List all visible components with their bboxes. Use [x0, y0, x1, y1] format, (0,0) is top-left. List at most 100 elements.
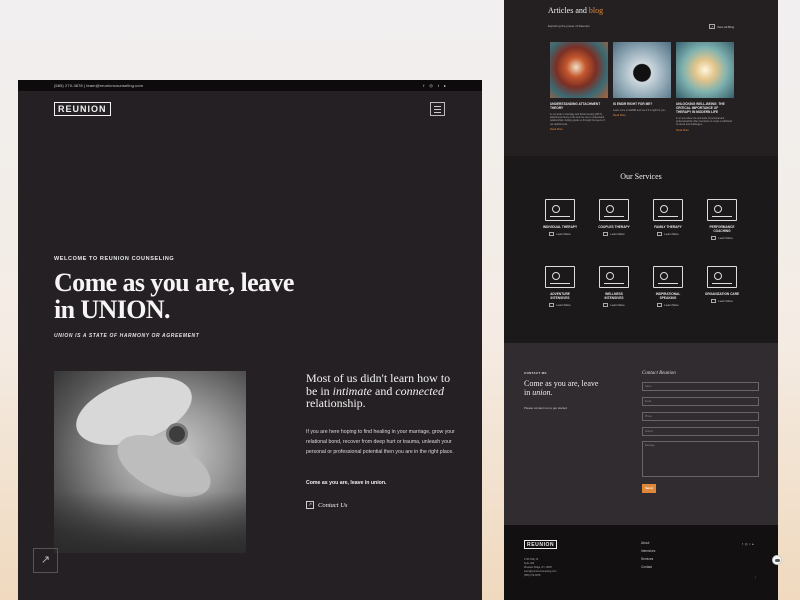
- intro-tagline: Come as you are, leave in union.: [306, 480, 387, 486]
- message-field[interactable]: Message: [642, 441, 759, 477]
- blog-card[interactable]: UNLOCKING WELL-BEING: THE CRITICAL IMPOR…: [676, 42, 734, 132]
- intro-heading: Most of us didn't learn how to be in int…: [306, 372, 456, 410]
- learn-more-link[interactable]: Learn More: [542, 303, 578, 307]
- blog-card-title: UNDERSTANDING ATTACHMENT THEORY: [550, 102, 601, 110]
- learn-more-link[interactable]: Learn More: [596, 303, 632, 307]
- arrow-icon: [549, 303, 555, 307]
- topbar-contact-info[interactable]: (585) 270-3878 | team@reunioncounseling.…: [54, 83, 143, 88]
- arrow-icon: [711, 299, 717, 303]
- field-placeholder: Email: [645, 400, 651, 403]
- blog-card-image: [676, 42, 734, 98]
- arrow-icon: [657, 303, 663, 307]
- learn-more-label: Learn More: [556, 303, 571, 307]
- name-field[interactable]: Name: [642, 382, 759, 391]
- footer-nav-services[interactable]: Services: [641, 555, 655, 563]
- chat-badge-icon[interactable]: [772, 555, 782, 565]
- blog-card-title: UNLOCKING WELL-BEING: THE CRITICAL IMPOR…: [676, 102, 725, 114]
- service-individual-therapy[interactable]: INDIVIDUAL THERAPY Learn More: [542, 199, 578, 236]
- learn-more-link[interactable]: Learn More: [650, 232, 686, 236]
- blog-card-title: IS EMDR RIGHT FOR ME?: [613, 102, 653, 106]
- blog-card[interactable]: UNDERSTANDING ATTACHMENT THEORY In our w…: [550, 42, 608, 131]
- contact-heading: Come as you are, leave in union.: [524, 379, 606, 397]
- phone-field[interactable]: Phone: [642, 412, 759, 421]
- arrow-icon: [657, 232, 663, 236]
- footer-logo[interactable]: REUNION: [524, 540, 558, 550]
- blog-card-excerpt: In our work in marriage and family thera…: [550, 113, 605, 126]
- contact-us-button[interactable]: ↗ Contact Us: [306, 501, 347, 509]
- view-all-label: View all Blog: [717, 24, 735, 29]
- arrow-icon: [603, 232, 609, 236]
- hero-subtitle: UNION IS A STATE OF HARMONY OR AGREEMENT: [54, 333, 200, 339]
- arrow-icon: [603, 303, 609, 307]
- intro-heading-part: relationship.: [306, 396, 366, 410]
- services-title: Our Services: [620, 172, 662, 181]
- topbar-socials: f ◎ t ▸: [423, 83, 446, 88]
- instagram-icon[interactable]: ◎: [745, 542, 748, 546]
- hero-title: Come as you are, leave in UNION.: [54, 268, 294, 324]
- email-field[interactable]: Email: [642, 397, 759, 406]
- learn-more-label: Learn More: [610, 303, 625, 307]
- service-couples-therapy[interactable]: COUPLES THERAPY Learn More: [596, 199, 632, 236]
- footer-nav-contact[interactable]: Contact: [641, 563, 655, 571]
- learn-more-label: Learn More: [718, 299, 733, 303]
- instagram-icon[interactable]: ◎: [429, 83, 433, 88]
- back-to-top-icon[interactable]: ↑: [754, 575, 757, 581]
- submit-button[interactable]: Send: [642, 484, 656, 493]
- arrow-icon: [711, 236, 717, 240]
- service-performance-coaching[interactable]: PERFORMANCE COACHING Learn More: [704, 199, 740, 240]
- field-placeholder: Name: [645, 385, 652, 388]
- learn-more-link[interactable]: Learn More: [704, 299, 740, 303]
- facebook-icon[interactable]: f: [423, 83, 424, 88]
- address-line[interactable]: (585) 270-3878: [524, 574, 556, 578]
- footer-nav: About Intensives Services Contact: [641, 539, 655, 571]
- youtube-icon[interactable]: ▸: [752, 542, 754, 546]
- contact-section: CONTACT ME Come as you are, leave in uni…: [504, 343, 778, 525]
- hamburger-menu-button[interactable]: [430, 102, 445, 116]
- read-more-link[interactable]: Read More: [613, 114, 671, 117]
- learn-more-link[interactable]: Learn More: [542, 232, 578, 236]
- service-organization-care[interactable]: ORGANIZATION CARE Learn More: [704, 266, 740, 303]
- services-section: Our Services INDIVIDUAL THERAPY Learn Mo…: [504, 156, 778, 343]
- menu-line: [434, 111, 441, 113]
- site-logo[interactable]: REUNION: [54, 102, 111, 116]
- subject-field[interactable]: Subject: [642, 427, 759, 436]
- service-family-therapy[interactable]: FAMILY THERAPY Learn More: [650, 199, 686, 236]
- chat-bubble-shape: [775, 559, 780, 562]
- twitter-icon[interactable]: t: [749, 542, 750, 546]
- arrow-up-right-icon[interactable]: ↗: [33, 548, 58, 573]
- contact-heading-emphasis: union.: [532, 387, 553, 397]
- footer-nav-intensives[interactable]: Intensives: [641, 547, 655, 555]
- blog-section: Articles and blog Exploring the power of…: [504, 0, 778, 156]
- blog-card[interactable]: IS EMDR RIGHT FOR ME? Learn more on EMDR…: [613, 42, 671, 117]
- photo-watch-shape: [166, 423, 188, 445]
- arrow-icon: ↗: [709, 24, 715, 29]
- blog-title-accent: blog: [588, 6, 604, 15]
- learn-more-link[interactable]: Learn More: [650, 303, 686, 307]
- contact-us-label: Contact Us: [318, 501, 348, 509]
- service-wellness-intensives[interactable]: WELLNESS INTENSIVES Learn More: [596, 266, 632, 307]
- view-all-blog-button[interactable]: ↗ View all Blog: [709, 24, 734, 29]
- twitter-icon[interactable]: t: [438, 83, 439, 88]
- footer-nav-about[interactable]: About: [641, 539, 655, 547]
- learn-more-label: Learn More: [610, 232, 625, 236]
- youtube-icon[interactable]: ▸: [444, 83, 446, 88]
- learn-more-label: Learn More: [664, 232, 679, 236]
- read-more-link[interactable]: Read More: [550, 128, 608, 131]
- learn-more-link[interactable]: Learn More: [704, 236, 740, 240]
- menu-line: [434, 105, 441, 107]
- facebook-icon[interactable]: f: [742, 542, 743, 546]
- read-more-link[interactable]: Read More: [676, 129, 734, 132]
- service-name: WELLNESS INTENSIVES: [604, 292, 624, 300]
- couple-icon: [599, 199, 629, 221]
- home-page-preview: (585) 270-3878 | team@reunioncounseling.…: [18, 80, 482, 600]
- service-inspirational-speaking[interactable]: INSPIRATIONAL SPEAKING Learn More: [650, 266, 686, 307]
- venn-circles-icon: [707, 266, 737, 288]
- footer-socials: f ◎ t ▸: [742, 542, 754, 546]
- contact-form-title: Contact Reunion: [642, 371, 676, 376]
- learn-more-label: Learn More: [664, 303, 679, 307]
- service-adventure-intensives[interactable]: ADVENTURE INTENSIVES Learn More: [542, 266, 578, 307]
- head-profile-icon: [599, 266, 629, 288]
- full-page-preview: Articles and blog Exploring the power of…: [504, 0, 778, 600]
- learn-more-link[interactable]: Learn More: [596, 232, 632, 236]
- intro-body: If you are here hoping to find healing i…: [306, 429, 455, 455]
